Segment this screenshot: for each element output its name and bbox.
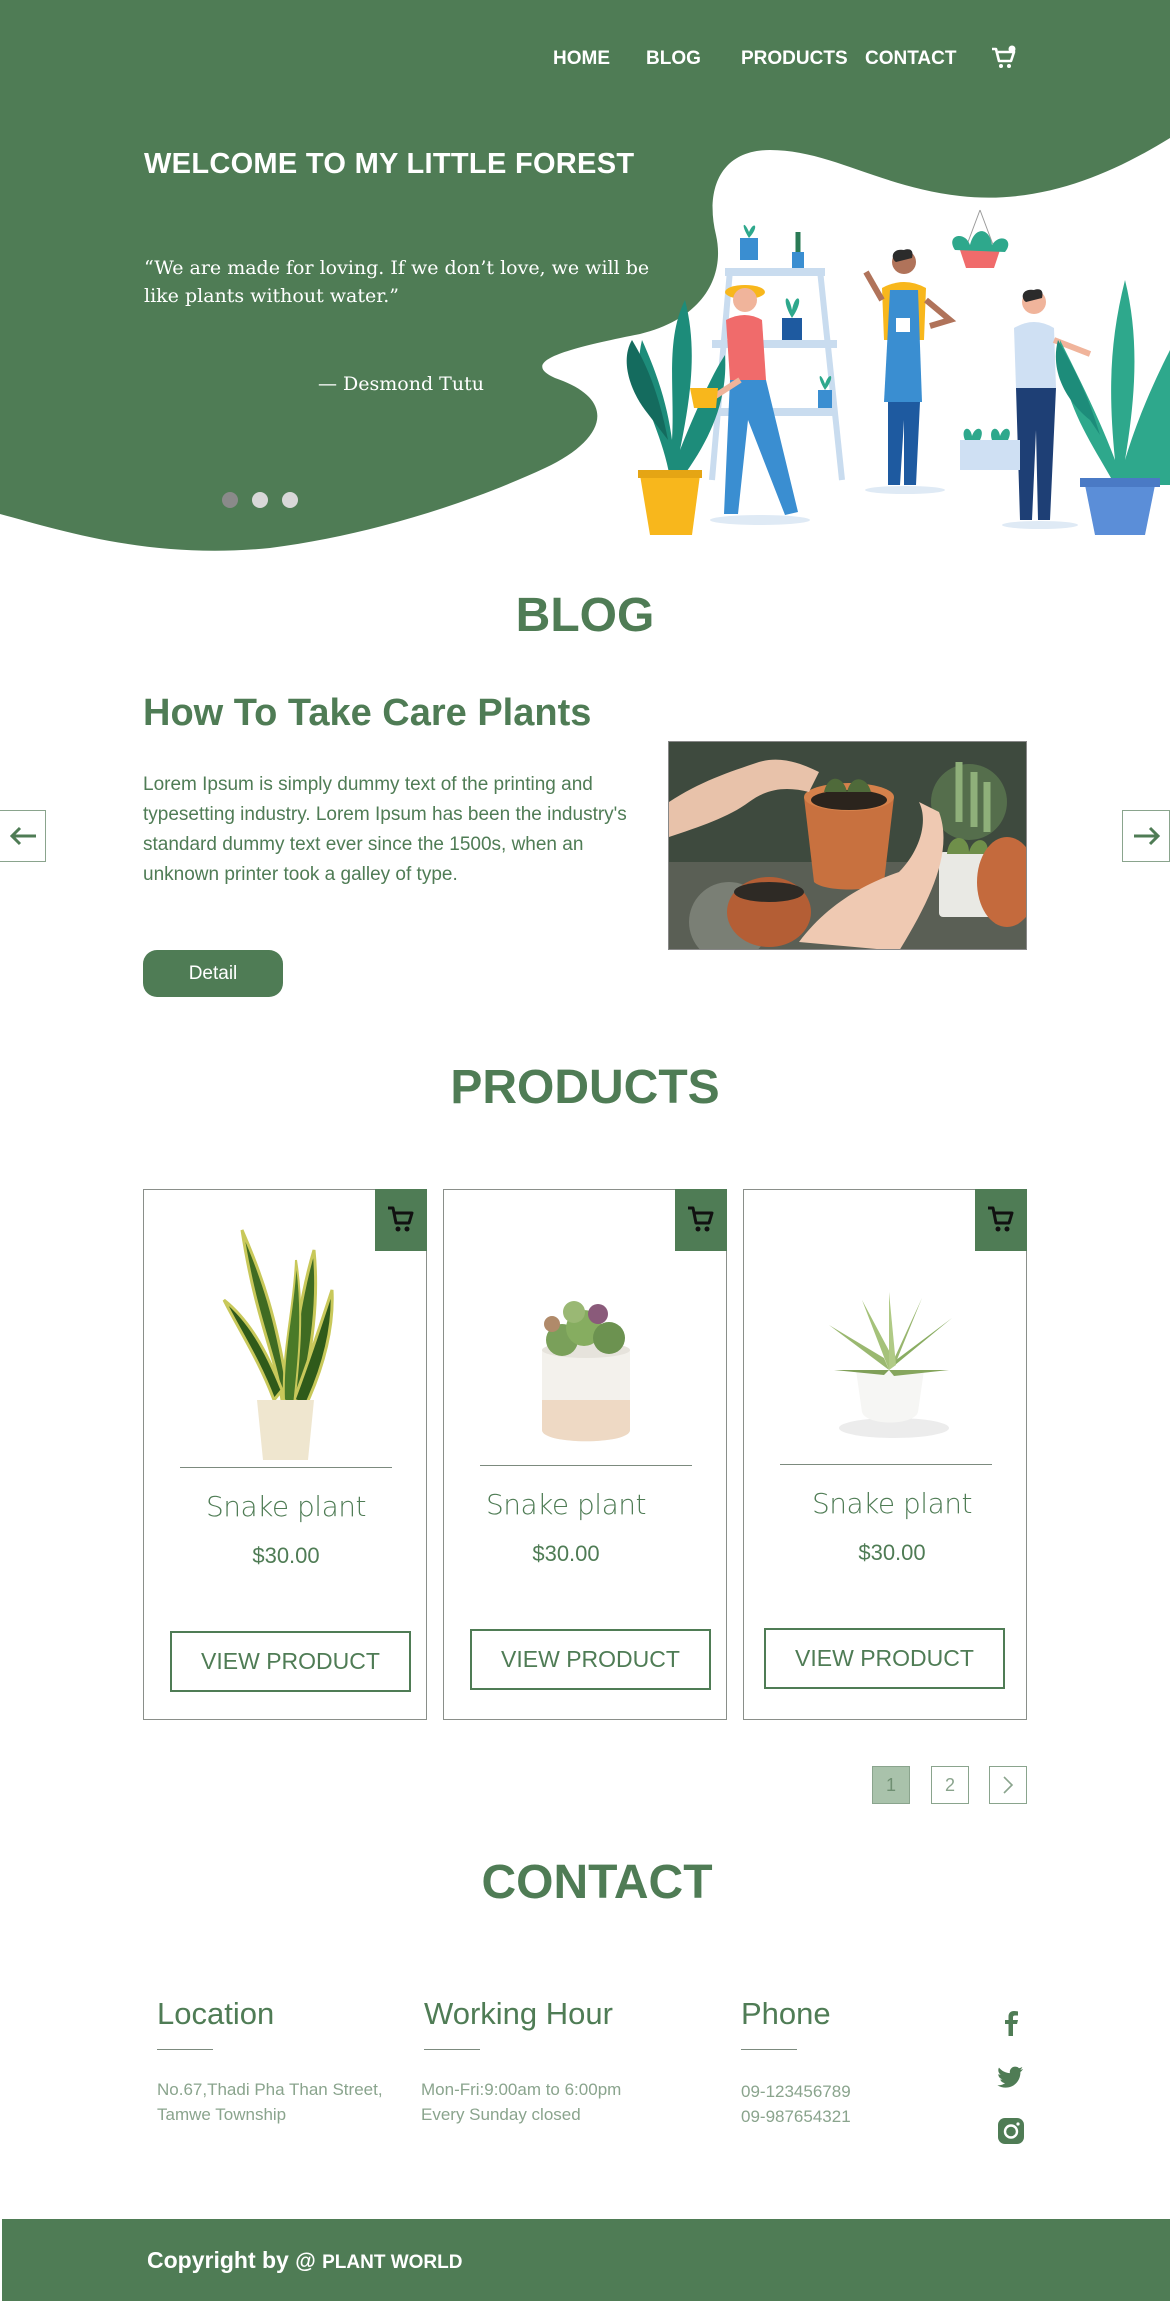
location-divider (157, 2049, 213, 2050)
phone-divider (741, 2049, 797, 2050)
copyright: Copyright by @ PLANT WORLD (147, 2247, 462, 2274)
snake-plant-image (222, 1229, 334, 1460)
contact-section-title: CONTACT (481, 1856, 713, 1909)
working-hour-divider (424, 2049, 480, 2050)
product-price: $30.00 (858, 1540, 926, 1565)
nav-contact[interactable]: CONTACT (865, 48, 956, 70)
gardening-illustration (626, 209, 1170, 535)
view-product-button[interactable]: VIEW PRODUCT (764, 1628, 1005, 1689)
succulent-plant-image (542, 1301, 630, 1442)
view-product-button[interactable]: VIEW PRODUCT (470, 1629, 711, 1690)
phone-title: Phone (741, 1996, 831, 2031)
nav-home[interactable]: HOME (553, 48, 610, 70)
hero-quote-author: — Desmond Tutu (318, 373, 484, 395)
arrow-left-icon (9, 826, 36, 846)
slider-dot-3[interactable] (282, 492, 298, 508)
footer: Copyright by @ PLANT WORLD (2, 2219, 1170, 2301)
slider-dot-2[interactable] (252, 492, 268, 508)
phone-line-1: 09-123456789 (741, 2082, 851, 2101)
card-divider (480, 1465, 692, 1466)
product-price: $30.00 (252, 1543, 320, 1568)
slider-dot-1[interactable] (222, 492, 238, 508)
card-divider (780, 1464, 992, 1465)
phone-line-2: 09-987654321 (741, 2107, 851, 2126)
blog-post-heading: How To Take Care Plants (143, 692, 592, 734)
view-product-button[interactable]: VIEW PRODUCT (170, 1631, 411, 1692)
cart-icon[interactable] (990, 44, 1018, 72)
hours-line-1: Mon-Fri:9:00am to 6:00pm (421, 2080, 622, 2099)
page-2-button[interactable]: 2 (931, 1766, 969, 1804)
product-name: Snake plant (486, 1488, 646, 1521)
copyright-at: @ (295, 2250, 316, 2273)
facebook-icon[interactable] (996, 2008, 1026, 2038)
next-page-button[interactable] (989, 1766, 1027, 1804)
address-line-1: No.67,Thadi Pha Than Street, (157, 2080, 383, 2099)
blog-next-button[interactable] (1122, 810, 1170, 862)
chevron-right-icon (1003, 1776, 1014, 1794)
arrow-right-icon (1134, 826, 1161, 846)
product-name: Snake plant (206, 1490, 366, 1523)
product-card: Snake plant $30.00 VIEW PRODUCT (743, 1189, 1027, 1720)
blog-detail-button[interactable]: Detail (143, 950, 283, 997)
card-divider (180, 1467, 392, 1468)
working-hour-title: Working Hour (424, 1996, 613, 2031)
hero-section: HOME BLOG PRODUCTS CONTACT WELCOME TO MY… (0, 0, 1170, 560)
hours-line-2: Every Sunday closed (421, 2105, 581, 2124)
brand-name: PLANT WORLD (322, 2252, 463, 2273)
copyright-prefix: Copyright by (147, 2247, 289, 2273)
working-hours: Mon-Fri:9:00am to 6:00pm Every Sunday cl… (421, 2077, 621, 2127)
location-address: No.67,Thadi Pha Than Street, Tamwe Towns… (157, 2077, 383, 2127)
page-1-button[interactable]: 1 (872, 1766, 910, 1804)
address-line-2: Tamwe Township (157, 2105, 287, 2124)
nav-products[interactable]: PRODUCTS (741, 48, 848, 70)
blog-post-body: Lorem Ipsum is simply dummy text of the … (143, 774, 627, 885)
blog-section-title: BLOG (515, 589, 655, 642)
product-card: Snake plant $30.00 VIEW PRODUCT (143, 1189, 427, 1720)
blog-prev-button[interactable] (0, 810, 46, 862)
products-section-title: PRODUCTS (450, 1061, 720, 1114)
location-title: Location (157, 1996, 275, 2031)
product-name: Snake plant (812, 1487, 972, 1520)
twitter-icon[interactable] (996, 2062, 1026, 2092)
nav-blog[interactable]: BLOG (646, 48, 701, 70)
product-card: Snake plant $30.00 VIEW PRODUCT (443, 1189, 727, 1720)
blog-post-image (668, 741, 1027, 950)
hero-title: WELCOME TO MY LITTLE FOREST (144, 148, 635, 180)
instagram-icon[interactable] (996, 2116, 1026, 2146)
product-price: $30.00 (532, 1541, 600, 1566)
hero-quote: “We are made for loving. If we don’t lov… (144, 257, 650, 307)
aloe-plant-image (829, 1292, 952, 1438)
phone-numbers: 09-123456789 09-987654321 (741, 2079, 851, 2129)
